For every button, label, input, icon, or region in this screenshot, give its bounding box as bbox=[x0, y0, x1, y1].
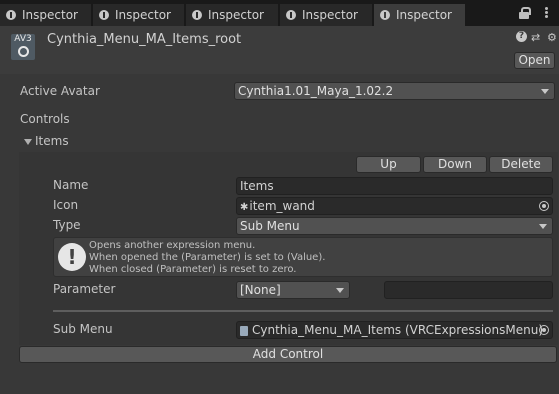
tab-label: Inspector bbox=[22, 8, 78, 22]
tab-label: Inspector bbox=[302, 8, 358, 22]
chevron-down-icon bbox=[539, 224, 547, 229]
tab-inspector-4[interactable]: Inspector bbox=[280, 4, 373, 26]
icon-value: item_wand bbox=[249, 199, 315, 213]
submenu-value: Cynthia_Menu_MA_Items (VRCExpressionsMen… bbox=[252, 323, 544, 337]
info-line: When opened the (Parameter) is set to (V… bbox=[89, 252, 326, 263]
info-icon bbox=[286, 10, 296, 20]
foldout-arrow-icon bbox=[24, 138, 32, 145]
warning-icon: ! bbox=[58, 243, 86, 271]
delete-button[interactable]: Delete bbox=[489, 156, 553, 173]
tab-inspector-2[interactable]: Inspector bbox=[93, 4, 185, 26]
tab-inspector-3[interactable]: Inspector bbox=[186, 4, 279, 26]
icon-object-field[interactable]: ✱item_wand bbox=[236, 197, 553, 215]
separator bbox=[53, 310, 553, 312]
tab-inspector-1[interactable]: Inspector bbox=[0, 4, 92, 26]
submenu-object-field[interactable]: Cynthia_Menu_MA_Items (VRCExpressionsMen… bbox=[236, 321, 553, 339]
info-icon bbox=[192, 10, 202, 20]
add-control-button[interactable]: Add Control bbox=[19, 346, 557, 363]
object-title: Cynthia_Menu_MA_Items_root bbox=[47, 32, 242, 47]
tab-label: Inspector bbox=[396, 8, 452, 22]
av3-asset-icon: AV3 bbox=[11, 34, 35, 60]
parameter-dropdown[interactable]: [None] bbox=[236, 281, 350, 299]
active-avatar-label: Active Avatar bbox=[20, 84, 100, 98]
info-icon bbox=[99, 10, 109, 20]
asset-file-icon bbox=[240, 325, 248, 336]
object-picker-icon[interactable] bbox=[539, 325, 549, 335]
type-dropdown[interactable]: Sub Menu bbox=[236, 217, 553, 235]
tab-label: Inspector bbox=[208, 8, 264, 22]
more-options-icon[interactable] bbox=[540, 7, 552, 19]
parameter-label: Parameter bbox=[53, 282, 116, 296]
info-text: Opens another expression menu. When open… bbox=[89, 240, 325, 276]
chevron-down-icon bbox=[541, 89, 549, 94]
dial-icon bbox=[17, 46, 29, 57]
object-picker-icon[interactable] bbox=[539, 201, 549, 211]
name-label: Name bbox=[53, 178, 89, 192]
tab-bar: Inspector Inspector Inspector Inspector … bbox=[0, 0, 559, 26]
info-icon bbox=[6, 10, 16, 20]
wand-icon: ✱ bbox=[240, 202, 249, 213]
parameter-value-field[interactable] bbox=[384, 281, 553, 299]
open-button[interactable]: Open bbox=[514, 52, 555, 69]
inspector-header: AV3 Cynthia_Menu_MA_Items_root ? ⇄ ⚙ Ope… bbox=[0, 26, 559, 74]
items-foldout-label: Items bbox=[35, 134, 69, 148]
info-icon bbox=[380, 10, 390, 20]
help-icon[interactable]: ? bbox=[516, 31, 527, 42]
tab-inspector-5[interactable]: Inspector bbox=[374, 4, 466, 26]
active-avatar-value: Cynthia1.01_Maya_1.02.2 bbox=[238, 84, 394, 98]
submenu-label: Sub Menu bbox=[53, 322, 113, 336]
up-button[interactable]: Up bbox=[356, 156, 421, 173]
preset-icon[interactable]: ⇄ bbox=[531, 31, 540, 44]
info-line: When closed (Parameter) is reset to zero… bbox=[89, 264, 297, 275]
type-label: Type bbox=[53, 218, 81, 232]
parameter-value: [None] bbox=[240, 283, 281, 297]
tab-label: Inspector bbox=[115, 8, 171, 22]
icon-label: Icon bbox=[53, 198, 79, 212]
active-avatar-dropdown[interactable]: Cynthia1.01_Maya_1.02.2 bbox=[234, 82, 555, 100]
name-field[interactable]: Items bbox=[236, 177, 553, 195]
info-line: Opens another expression menu. bbox=[89, 240, 256, 251]
chevron-down-icon bbox=[336, 288, 344, 293]
items-foldout[interactable]: Items bbox=[24, 134, 69, 148]
info-box: ! Opens another expression menu. When op… bbox=[53, 237, 553, 277]
lock-icon[interactable] bbox=[518, 7, 531, 19]
gear-icon[interactable]: ⚙ bbox=[547, 31, 557, 44]
type-value: Sub Menu bbox=[240, 219, 300, 233]
controls-label: Controls bbox=[20, 112, 70, 126]
down-button[interactable]: Down bbox=[423, 156, 487, 173]
av3-icon-label: AV3 bbox=[14, 34, 32, 44]
